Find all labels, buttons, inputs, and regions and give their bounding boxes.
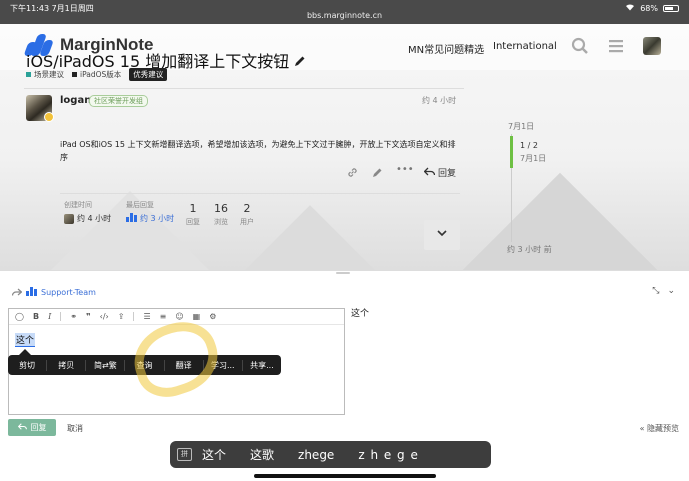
ime-candidate[interactable]: 这歌 <box>250 446 274 463</box>
meta-last-reply-value[interactable]: 约 3 小时 <box>126 213 174 224</box>
toolbar-separator <box>60 312 62 321</box>
hamburger-icon[interactable] <box>607 37 625 55</box>
expand-meta-button[interactable] <box>424 220 460 250</box>
collapse-diagonal-icon[interactable]: ⤡ <box>652 286 659 296</box>
stat-users: 2 用户 <box>240 202 254 226</box>
divider <box>60 193 460 194</box>
context-cut[interactable]: 剪切 <box>8 359 48 371</box>
editor-selected-text[interactable]: 这个 <box>15 333 36 347</box>
hide-preview-link[interactable]: « 隐藏预览 <box>640 423 679 434</box>
context-copy[interactable]: 拷贝 <box>47 359 87 371</box>
blockquote-icon[interactable]: ❞ <box>86 312 91 321</box>
ime-candidate[interactable]: z h e g e <box>358 448 419 462</box>
ime-pinyin-key[interactable]: 拼 <box>177 448 192 461</box>
share-arrow-icon <box>11 288 23 298</box>
bold-icon[interactable]: B <box>33 312 39 321</box>
meta-last-reply-label: 最后回复 <box>126 201 154 209</box>
chevron-down-icon[interactable]: ⌄ <box>667 286 675 296</box>
bullet-list-icon[interactable]: ☰ <box>143 312 150 321</box>
quote-bubble-icon[interactable]: ◯ <box>15 312 24 321</box>
ime-candidate-bar: 拼 这个 这歌 zhege z h e g e <box>170 441 491 468</box>
divider <box>24 88 464 89</box>
reply-to-target[interactable]: Support-Team <box>11 287 96 298</box>
numbered-list-icon[interactable]: ≡ <box>160 312 167 321</box>
code-icon[interactable]: ‹/› <box>100 312 109 321</box>
chevron-down-icon <box>437 229 447 240</box>
international-link[interactable]: International <box>493 41 557 52</box>
more-options-icon[interactable]: ••• <box>396 164 414 175</box>
submit-reply-label: 回复 <box>30 423 47 432</box>
timeline-start[interactable]: 7月1日 <box>508 121 534 132</box>
submit-reply-button[interactable]: 回复 <box>8 419 56 436</box>
composer-grip[interactable] <box>336 272 350 274</box>
cancel-button[interactable]: 取消 <box>67 423 83 434</box>
post-text: iPad OS和iOS 15 上下文新增翻译选项，希望增加该选项，为避免上下文过… <box>60 140 456 162</box>
calendar-icon[interactable]: ▦ <box>193 312 201 321</box>
emoji-icon[interactable]: ☺ <box>175 312 183 321</box>
timeline-handle[interactable] <box>510 136 513 168</box>
category-color-swatch <box>26 72 31 77</box>
current-user-avatar[interactable] <box>643 37 661 55</box>
topic-categories: 场景建议 iPadOS版本 优秀建议 <box>26 68 168 81</box>
topic-meta: 创建时间 约 4 小时 最后回复 约 3 小时 1 回复 16 浏览 2 用户 <box>60 200 460 248</box>
category-ipados[interactable]: iPadOS版本 <box>72 69 121 80</box>
faq-link[interactable]: MN常见问题精选 <box>408 41 484 56</box>
support-team-logo-icon <box>26 287 37 298</box>
category-scenario[interactable]: 场景建议 <box>26 69 64 80</box>
wifi-icon <box>625 3 635 13</box>
hyperlink-icon[interactable]: ⚭ <box>70 312 77 321</box>
context-simp-trad[interactable]: 简⇄繁 <box>86 359 126 371</box>
timeline-end[interactable]: 约 3 小时 前 <box>507 244 552 255</box>
home-indicator[interactable] <box>254 474 436 478</box>
reply-arrow-icon <box>423 167 436 179</box>
post-username[interactable]: logan <box>60 95 91 106</box>
edit-title-pencil-icon[interactable] <box>294 52 306 71</box>
battery-percent: 68% <box>640 3 658 13</box>
status-indicators: 68% <box>625 3 679 13</box>
link-icon[interactable] <box>347 167 358 181</box>
stat-replies: 1 回复 <box>186 202 200 226</box>
support-team-logo-icon <box>126 213 137 224</box>
ime-candidate[interactable]: 这个 <box>202 446 226 463</box>
search-icon[interactable] <box>571 37 589 55</box>
flair-badge-icon <box>44 112 54 122</box>
category-color-swatch <box>72 72 77 77</box>
context-share[interactable]: 共享... <box>243 360 281 371</box>
edit-pencil-icon[interactable] <box>372 167 383 181</box>
reply-arrow-icon <box>17 423 27 432</box>
timeline-date: 7月1日 <box>520 154 547 163</box>
upload-icon[interactable]: ⇪ <box>118 312 125 321</box>
meta-created-label: 创建时间 <box>64 201 92 209</box>
post-time[interactable]: 约 4 小时 <box>422 95 456 106</box>
italic-icon[interactable]: I <box>48 312 51 321</box>
ime-candidate[interactable]: zhege <box>298 448 334 462</box>
reply-to-name: Support-Team <box>41 288 96 297</box>
mini-avatar <box>64 213 74 224</box>
battery-icon <box>663 4 679 12</box>
post-reply-button[interactable]: 回复 <box>423 166 457 179</box>
background-mountain <box>432 172 688 270</box>
user-flair: 社区荣誉开发组 <box>89 95 148 107</box>
stat-views: 16 浏览 <box>214 202 228 226</box>
gear-icon[interactable]: ⚙ <box>209 312 216 321</box>
toolbar-separator <box>133 312 135 321</box>
preview-text: 这个 <box>351 309 370 319</box>
topic-tag[interactable]: 优秀建议 <box>129 68 168 81</box>
post-reply-label: 回复 <box>438 169 457 179</box>
timeline-position: 1 / 2 <box>520 141 538 150</box>
composer-window-controls: ⤡ ⌄ <box>652 286 675 296</box>
meta-created: 创建时间 约 4 小时 <box>64 200 111 224</box>
meta-last-reply: 最后回复 约 3 小时 <box>126 200 174 224</box>
address-url[interactable]: bbs.marginnote.cn <box>0 11 689 20</box>
meta-created-value[interactable]: 约 4 小时 <box>64 213 111 224</box>
status-bar: 下午11:43 7月1日周四 bbs.marginnote.cn 68% <box>0 0 689 24</box>
